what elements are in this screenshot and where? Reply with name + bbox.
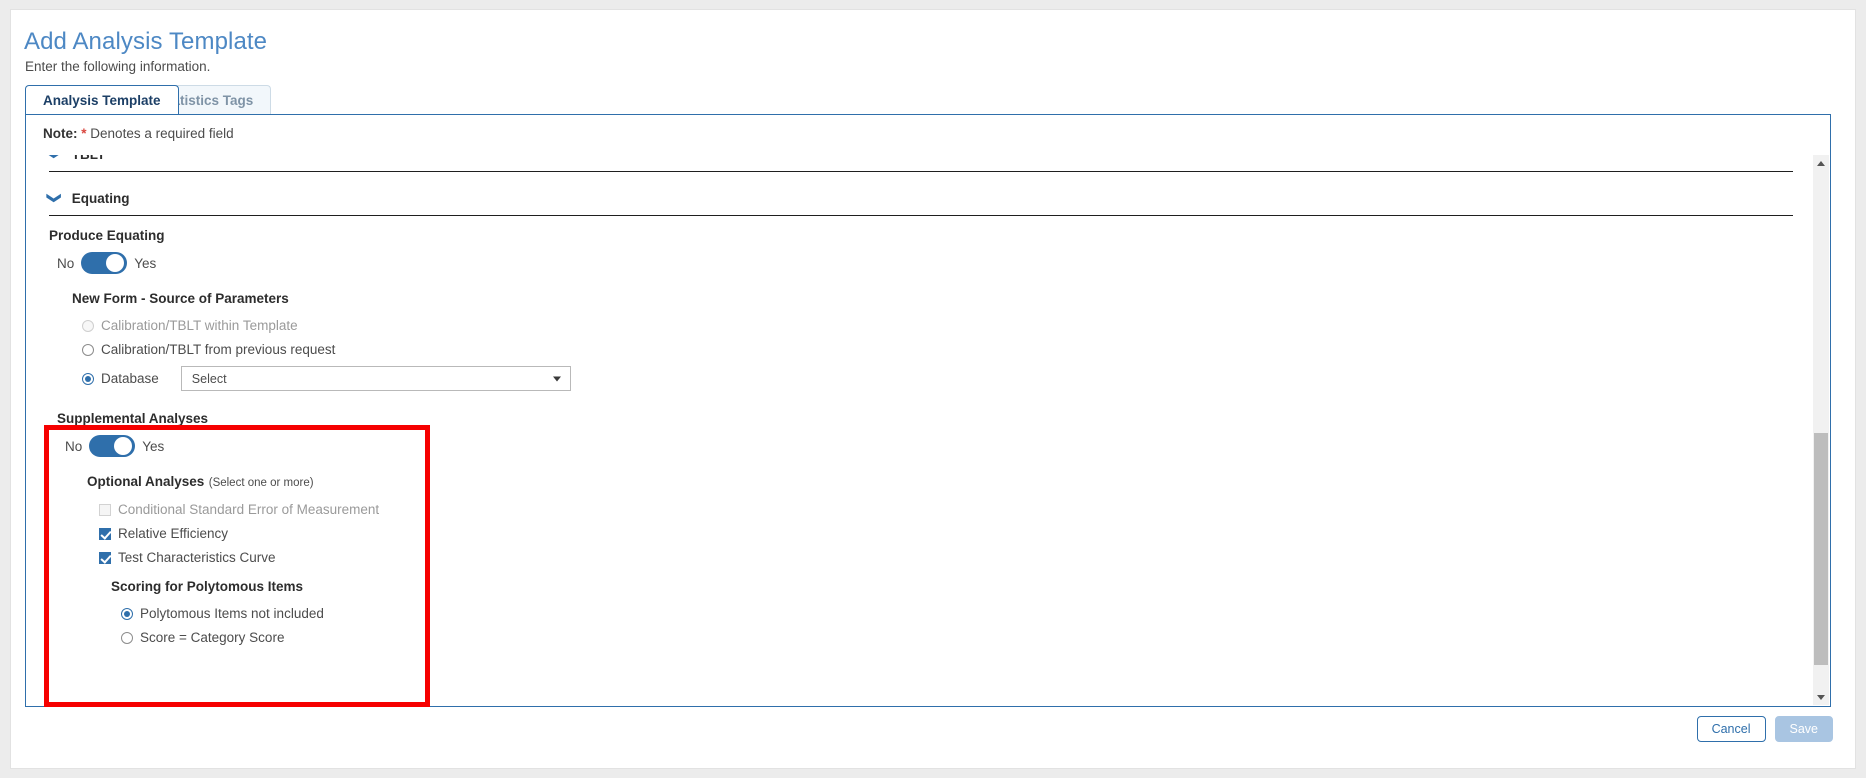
- required-field-note: Note: * Denotes a required field: [43, 126, 234, 141]
- checkbox-relative-efficiency[interactable]: Relative Efficiency: [49, 526, 1815, 541]
- radio-option-calibration-previous-request[interactable]: Calibration/TBLT from previous request: [49, 342, 1815, 357]
- form-scroll-content: ❯ TBLT ❯ Equating Produce Equating No: [27, 155, 1815, 645]
- chevron-down-icon: ❯: [47, 155, 63, 160]
- optional-analyses-heading: Optional Analyses (Select one or more): [49, 473, 1815, 491]
- checkbox-icon[interactable]: [99, 527, 111, 540]
- database-select[interactable]: Select: [180, 366, 571, 391]
- produce-equating-yes-label: Yes: [134, 255, 157, 271]
- checkbox-label: Conditional Standard Error of Measuremen…: [118, 502, 380, 517]
- tabstrip: Analysis Template Statistics Tags: [25, 85, 1831, 115]
- triangle-up-icon: [1817, 160, 1825, 166]
- checkbox-label: Relative Efficiency: [118, 526, 229, 541]
- chevron-down-icon: ❯: [46, 192, 63, 204]
- checkbox-test-characteristics-curve[interactable]: Test Characteristics Curve: [49, 550, 1815, 565]
- checkbox-icon[interactable]: [99, 503, 111, 516]
- scoring-polytomous-label: Scoring for Polytomous Items: [111, 579, 304, 594]
- page-subtitle: Enter the following information.: [25, 59, 211, 74]
- checkbox-conditional-standard-error[interactable]: Conditional Standard Error of Measuremen…: [49, 502, 1815, 517]
- section-label-equating: Equating: [71, 190, 130, 206]
- radio-icon[interactable]: [82, 319, 94, 332]
- page-card: Add Analysis Template Enter the followin…: [10, 9, 1856, 769]
- supplemental-no-label: No: [65, 438, 83, 454]
- checkbox-icon[interactable]: [99, 551, 111, 564]
- save-button[interactable]: Save: [1774, 716, 1833, 742]
- radio-icon[interactable]: [121, 607, 133, 620]
- tab-analysis-template[interactable]: Analysis Template: [25, 85, 179, 114]
- radio-label: Score = Category Score: [140, 630, 285, 645]
- radio-icon[interactable]: [82, 343, 94, 356]
- chevron-down-icon: [552, 376, 561, 381]
- note-prefix: Note:: [43, 126, 78, 141]
- vertical-scrollbar[interactable]: [1813, 155, 1829, 705]
- supplemental-analyses-toggle[interactable]: [89, 435, 136, 457]
- optional-analyses-hint: (Select one or more): [208, 477, 314, 489]
- required-asterisk: *: [81, 126, 87, 141]
- section-label-tblt: TBLT: [72, 155, 106, 162]
- radio-option-calibration-within-template[interactable]: Calibration/TBLT within Template: [49, 318, 1815, 333]
- radio-option-database[interactable]: Database Select: [49, 366, 1815, 391]
- tab-analysis-template-label: Analysis Template: [43, 92, 161, 108]
- page-title: Add Analysis Template: [24, 28, 268, 55]
- checkbox-label: Test Characteristics Curve: [118, 550, 276, 565]
- radio-option-score-equals-category-score[interactable]: Score = Category Score: [49, 630, 1815, 645]
- supplemental-analyses-toggle-row: No Yes: [49, 435, 1815, 457]
- radio-label: Polytomous Items not included: [140, 606, 324, 621]
- radio-icon[interactable]: [121, 631, 133, 644]
- cancel-button[interactable]: Cancel: [1696, 716, 1766, 742]
- new-form-source-label: New Form - Source of Parameters: [72, 291, 289, 306]
- produce-equating-label: Produce Equating: [49, 228, 165, 243]
- section-header-tblt[interactable]: ❯ TBLT: [27, 155, 1815, 171]
- radio-label: Calibration/TBLT from previous request: [101, 342, 336, 357]
- produce-equating-toggle-row: No Yes: [49, 252, 1815, 274]
- radio-label: Database: [101, 371, 159, 386]
- radio-label: Calibration/TBLT within Template: [101, 318, 298, 333]
- note-text: Denotes a required field: [90, 126, 234, 141]
- form-scroll-viewport[interactable]: ❯ TBLT ❯ Equating Produce Equating No: [27, 155, 1815, 705]
- produce-equating-no-label: No: [57, 255, 75, 271]
- section-header-equating[interactable]: ❯ Equating: [27, 181, 1815, 215]
- form-footer: Cancel Save: [1696, 716, 1833, 742]
- tab-panel: Note: * Denotes a required field ❯ TBLT …: [25, 114, 1831, 707]
- triangle-down-icon: [1817, 694, 1825, 700]
- toggle-knob: [114, 437, 133, 455]
- toggle-knob: [106, 254, 125, 272]
- section-divider-equating: [49, 215, 1793, 216]
- scroll-down-button[interactable]: [1813, 689, 1829, 705]
- radio-option-polytomous-not-included[interactable]: Polytomous Items not included: [49, 606, 1815, 621]
- scrollbar-thumb[interactable]: [1814, 433, 1828, 665]
- supplemental-yes-label: Yes: [142, 438, 165, 454]
- radio-icon[interactable]: [82, 372, 94, 385]
- supplemental-analyses-label: Supplemental Analyses: [57, 411, 209, 426]
- section-divider-tblt: [49, 171, 1793, 172]
- database-select-value: Select: [191, 371, 227, 386]
- produce-equating-toggle[interactable]: [81, 252, 128, 274]
- scroll-up-button[interactable]: [1813, 155, 1829, 171]
- optional-analyses-label: Optional Analyses: [87, 474, 205, 489]
